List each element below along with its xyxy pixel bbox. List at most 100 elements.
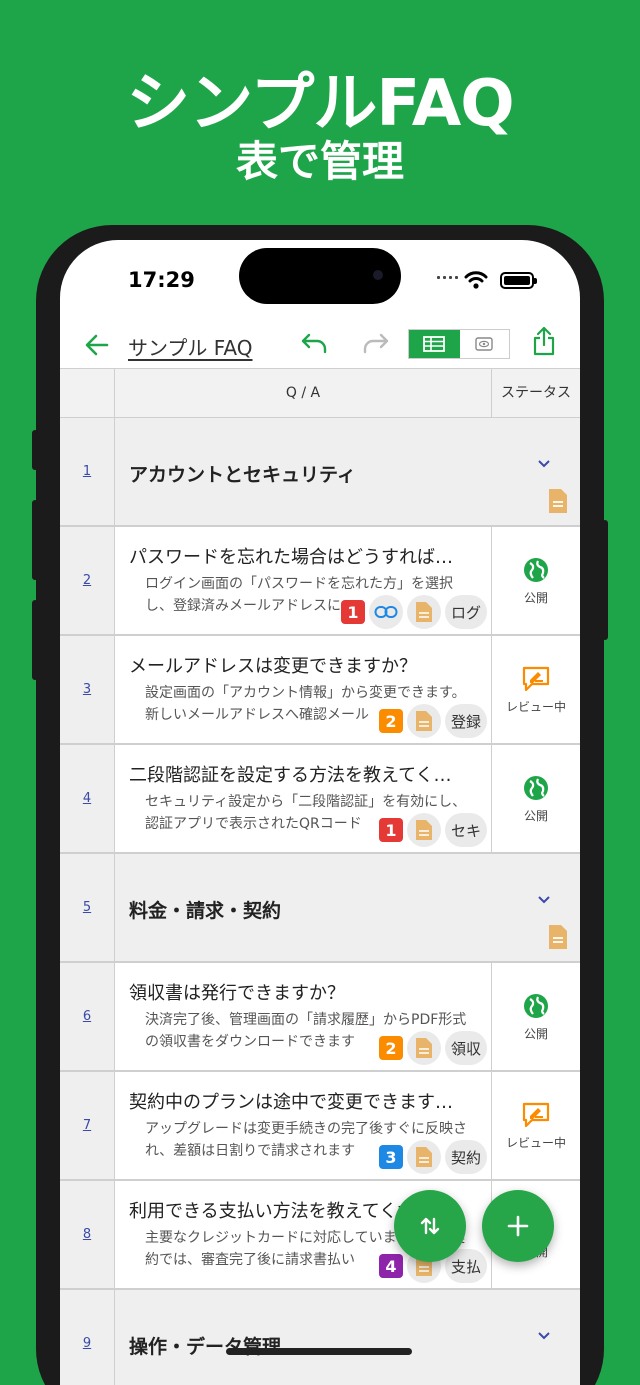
dynamic-island bbox=[239, 248, 401, 304]
undo-icon[interactable] bbox=[300, 332, 328, 356]
priority-badge[interactable]: 3 bbox=[378, 1145, 403, 1169]
tag-chip[interactable]: セキ bbox=[444, 813, 487, 847]
row-tags: 2 領収 bbox=[378, 1031, 487, 1065]
tag-chip[interactable]: 契約 bbox=[444, 1140, 487, 1174]
preview-view-button[interactable] bbox=[459, 330, 509, 358]
phone-side-button bbox=[32, 600, 38, 680]
view-toggle bbox=[408, 329, 510, 359]
row-number[interactable]: 7 bbox=[60, 1072, 115, 1179]
status-cell[interactable]: 公開 bbox=[492, 527, 580, 634]
row-tags: 1 セキ bbox=[378, 813, 487, 847]
link-icon bbox=[374, 606, 398, 618]
signal-icon bbox=[437, 276, 458, 279]
battery-icon bbox=[500, 272, 537, 289]
globe-icon bbox=[524, 994, 548, 1018]
reorder-button[interactable] bbox=[394, 1190, 466, 1262]
status-label: レビュー中 bbox=[505, 1136, 566, 1150]
question-text: 契約中のプランは途中で変更できます… bbox=[129, 1092, 453, 1113]
row-number[interactable]: 6 bbox=[60, 963, 115, 1070]
phone-side-button bbox=[32, 430, 38, 470]
priority-badge[interactable]: 4 bbox=[378, 1254, 403, 1278]
home-indicator bbox=[226, 1348, 412, 1355]
document-title[interactable]: サンプル FAQ bbox=[128, 332, 253, 361]
document-chip[interactable] bbox=[406, 813, 441, 847]
app-screen: 17:29 サンプル FAQ Q / A ステータス 1 アカウントとセキュリテ… bbox=[60, 240, 580, 1385]
table-row[interactable]: 4 二段階認証を設定する方法を教えてく… セキュリティ設定から「二段階認証」を有… bbox=[60, 745, 580, 854]
document-chip[interactable] bbox=[406, 595, 441, 629]
row-tags: 3 契約 bbox=[378, 1140, 487, 1174]
document-chip[interactable] bbox=[406, 1140, 441, 1174]
link-chip[interactable] bbox=[368, 595, 403, 629]
row-number[interactable]: 1 bbox=[60, 418, 115, 525]
back-arrow-icon[interactable] bbox=[84, 332, 110, 358]
document-icon bbox=[415, 820, 432, 840]
section-row[interactable]: 9 操作・データ管理 bbox=[60, 1290, 580, 1385]
priority-badge[interactable]: 1 bbox=[378, 818, 403, 842]
table-icon bbox=[423, 336, 446, 352]
document-chip[interactable] bbox=[406, 704, 441, 738]
table-header: Q / A ステータス bbox=[60, 368, 580, 418]
redo-icon[interactable] bbox=[362, 332, 390, 356]
row-tags: 2 登録 bbox=[378, 704, 487, 738]
tag-chip[interactable]: 領収 bbox=[444, 1031, 487, 1065]
question-text: メールアドレスは変更できますか？ bbox=[129, 656, 417, 677]
tag-chip[interactable]: 登録 bbox=[444, 704, 487, 738]
toolbar: サンプル FAQ bbox=[60, 322, 580, 368]
status-cell[interactable]: レビュー中 bbox=[492, 636, 580, 743]
row-number[interactable]: 4 bbox=[60, 745, 115, 852]
status-label: レビュー中 bbox=[505, 700, 566, 714]
status-cell[interactable]: レビュー中 bbox=[492, 1072, 580, 1179]
section-row[interactable]: 1 アカウントとセキュリティ bbox=[60, 418, 580, 527]
row-number[interactable]: 9 bbox=[60, 1290, 115, 1385]
document-icon[interactable] bbox=[547, 924, 569, 950]
document-icon bbox=[415, 602, 432, 622]
question-text: パスワードを忘れた場合はどうすれば… bbox=[129, 547, 453, 568]
row-tags: 1 ログ bbox=[340, 595, 487, 629]
priority-badge[interactable]: 1 bbox=[340, 600, 365, 624]
priority-badge[interactable]: 2 bbox=[378, 709, 403, 733]
table-row[interactable]: 6 領収書は発行できますか？ 決済完了後、管理画面の「請求履歴」からPDF形式の… bbox=[60, 963, 580, 1072]
phone-side-button bbox=[32, 500, 38, 580]
status-label: 公開 bbox=[523, 809, 548, 823]
chevron-down-icon[interactable] bbox=[535, 1330, 553, 1342]
section-row[interactable]: 5 料金・請求・契約 bbox=[60, 854, 580, 963]
review-icon bbox=[522, 1102, 550, 1128]
chevron-down-icon[interactable] bbox=[535, 458, 553, 470]
phone-side-button bbox=[602, 520, 608, 640]
row-number[interactable]: 3 bbox=[60, 636, 115, 743]
hero-subtitle: 表で管理 bbox=[235, 137, 404, 186]
column-header-qa[interactable]: Q / A bbox=[115, 369, 492, 417]
tag-chip[interactable]: ログ bbox=[444, 595, 487, 629]
sort-icon bbox=[420, 1217, 440, 1235]
section-title: 料金・請求・契約 bbox=[129, 900, 282, 922]
wifi-icon bbox=[464, 271, 488, 289]
chevron-down-icon[interactable] bbox=[535, 894, 553, 906]
table-row[interactable]: 3 メールアドレスは変更できますか？ 設定画面の「アカウント情報」から変更できま… bbox=[60, 636, 580, 745]
plus-icon bbox=[507, 1215, 529, 1237]
preview-icon bbox=[475, 337, 493, 351]
table-row[interactable]: 7 契約中のプランは途中で変更できます… アップグレードは変更手続きの完了後すぐ… bbox=[60, 1072, 580, 1181]
section-title: アカウントとセキュリティ bbox=[129, 464, 356, 486]
review-icon bbox=[522, 666, 550, 692]
document-chip[interactable] bbox=[406, 1031, 441, 1065]
table-view-button[interactable] bbox=[409, 330, 460, 358]
priority-badge[interactable]: 2 bbox=[378, 1036, 403, 1060]
share-icon[interactable] bbox=[533, 326, 555, 356]
status-cell[interactable]: 公開 bbox=[492, 745, 580, 852]
globe-icon bbox=[524, 558, 548, 582]
column-header-status[interactable]: ステータス bbox=[492, 369, 580, 417]
document-icon bbox=[415, 1038, 432, 1058]
row-number[interactable]: 2 bbox=[60, 527, 115, 634]
document-icon[interactable] bbox=[547, 488, 569, 514]
table-row[interactable]: 2 パスワードを忘れた場合はどうすれば… ログイン画面の「パスワードを忘れた方」… bbox=[60, 527, 580, 636]
status-label: 公開 bbox=[523, 1027, 548, 1041]
globe-icon bbox=[524, 776, 548, 800]
add-button[interactable] bbox=[482, 1190, 554, 1262]
status-time: 17:29 bbox=[128, 268, 195, 292]
status-bar: 17:29 bbox=[60, 240, 580, 320]
document-icon bbox=[415, 1147, 432, 1167]
status-cell[interactable]: 公開 bbox=[492, 963, 580, 1070]
question-text: 二段階認証を設定する方法を教えてく… bbox=[129, 765, 452, 786]
row-number[interactable]: 5 bbox=[60, 854, 115, 961]
row-number[interactable]: 8 bbox=[60, 1181, 115, 1288]
